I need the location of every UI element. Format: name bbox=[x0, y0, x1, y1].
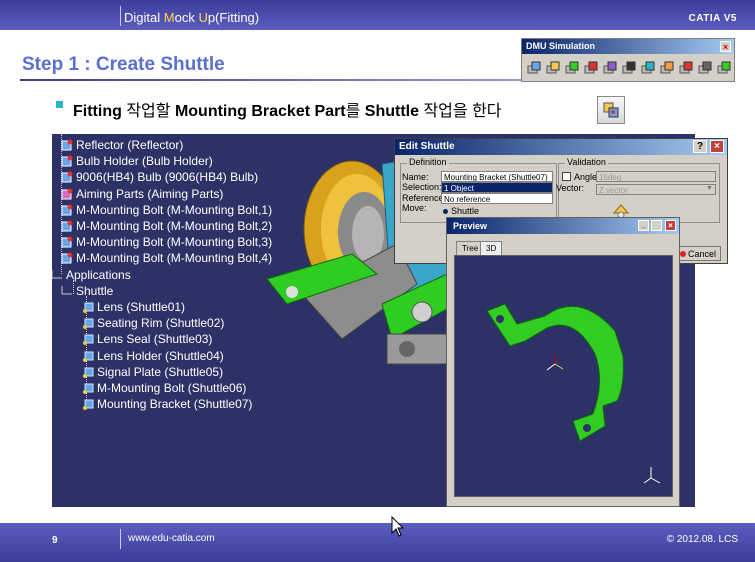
tree-node[interactable]: Lens Holder (Shuttle04) bbox=[97, 348, 224, 364]
tree-node[interactable]: Lens (Shuttle01) bbox=[97, 299, 185, 315]
tree-node[interactable]: Aiming Parts (Aiming Parts) bbox=[76, 186, 223, 202]
maximize-button[interactable] bbox=[651, 220, 662, 231]
part-node-icon bbox=[60, 251, 74, 265]
header-brand: CATIA V5 bbox=[688, 13, 737, 24]
angle-checkbox[interactable]: Angle: bbox=[562, 172, 600, 182]
move-shuttle-radio[interactable]: Shuttle bbox=[443, 206, 479, 216]
shuttle-node-icon bbox=[81, 365, 95, 379]
part-node-icon bbox=[60, 170, 74, 184]
reference-label: Reference: bbox=[402, 193, 447, 203]
tree-node[interactable]: Seating Rim (Shuttle02) bbox=[97, 315, 224, 331]
compass-icon bbox=[612, 204, 630, 219]
help-button[interactable]: ? bbox=[693, 140, 707, 153]
validation-label: Validation bbox=[565, 157, 608, 167]
mounting-bracket-model bbox=[486, 303, 624, 442]
selection-field[interactable]: 1 Object bbox=[441, 182, 553, 193]
tree-node[interactable]: 9006(HB4) Bulb (9006(HB4) Bulb) bbox=[76, 169, 258, 185]
trace-icon[interactable] bbox=[697, 58, 714, 77]
part-node-icon bbox=[60, 219, 74, 233]
preview-titlebar: Preview _ × bbox=[447, 218, 679, 234]
tree-node[interactable]: M-Mounting Bolt (Shuttle06) bbox=[97, 380, 246, 396]
tree-node[interactable]: Lens Seal (Shuttle03) bbox=[97, 331, 212, 347]
checkbox-icon bbox=[562, 172, 571, 181]
vector-label: Vector: bbox=[556, 183, 585, 193]
tree-node[interactable]: Mounting Bracket (Shuttle07) bbox=[97, 396, 252, 412]
dialog-close-button[interactable]: × bbox=[710, 140, 724, 153]
application-node-icon bbox=[52, 268, 64, 282]
shuttle-node-icon bbox=[81, 316, 95, 330]
footer-url: www.edu-catia.com bbox=[128, 533, 215, 544]
shuttle-node-icon bbox=[81, 300, 95, 314]
cancel-button[interactable]: Cancel bbox=[675, 246, 721, 261]
preview-canvas[interactable] bbox=[454, 255, 673, 497]
slide-footer: 9 www.edu-catia.com © 2012.08. LCS bbox=[0, 523, 755, 562]
toolbar-close-button[interactable]: × bbox=[720, 41, 731, 52]
dmu-simulation-toolbar: DMU Simulation × bbox=[521, 38, 735, 82]
tree-node[interactable]: Signal Plate (Shuttle05) bbox=[97, 364, 223, 380]
scene-icon[interactable] bbox=[545, 58, 562, 77]
shuttle-icon[interactable] bbox=[526, 58, 543, 77]
shuttle-node-icon bbox=[81, 397, 95, 411]
minimize-button[interactable]: _ bbox=[638, 220, 649, 231]
mouse-cursor-icon bbox=[391, 516, 405, 537]
part-node-icon bbox=[60, 154, 74, 168]
name-label: Name: bbox=[402, 172, 429, 182]
slide-header: Digital Mock Up(Fitting) CATIA V5 bbox=[0, 0, 755, 30]
tree-node[interactable]: M-Mounting Bolt (M-Mounting Bolt,2) bbox=[76, 218, 272, 234]
shuttle-command-button[interactable] bbox=[597, 96, 625, 124]
header-title: Digital Mock Up(Fitting) bbox=[124, 10, 260, 25]
shuttle-node-icon bbox=[81, 349, 95, 363]
bullet-icon bbox=[56, 101, 63, 108]
selection-label: Selection: bbox=[402, 182, 442, 192]
preview-window: Preview _ × Tree 3D bbox=[446, 217, 680, 507]
toolbar-title: DMU Simulation × bbox=[522, 39, 734, 54]
shuttle-icon bbox=[603, 102, 619, 118]
chevron-down-icon: ▼ bbox=[706, 185, 713, 192]
vector-select[interactable]: Z vector bbox=[596, 184, 716, 195]
tree-node[interactable]: Reflector (Reflector) bbox=[76, 137, 183, 153]
part-node-icon bbox=[60, 203, 74, 217]
tree-node[interactable]: M-Mounting Bolt (M-Mounting Bolt,1) bbox=[76, 202, 272, 218]
swept-volume-icon[interactable] bbox=[678, 58, 695, 77]
angle-field[interactable]: 15deg bbox=[596, 171, 716, 182]
name-field[interactable]: Mounting Bracket (Shuttle07) bbox=[441, 171, 553, 182]
header-separator bbox=[120, 6, 121, 26]
part-node-icon bbox=[60, 235, 74, 249]
reference-field[interactable]: No reference bbox=[441, 193, 553, 204]
preview-close-button[interactable]: × bbox=[665, 220, 676, 231]
cancel-icon bbox=[679, 251, 686, 257]
clash-icon[interactable] bbox=[583, 58, 600, 77]
axis-compass-icon bbox=[643, 467, 661, 484]
sequence-icon[interactable] bbox=[602, 58, 619, 77]
part-node-icon bbox=[60, 138, 74, 152]
radio-selected-icon bbox=[443, 209, 448, 214]
simulation-icon[interactable] bbox=[640, 58, 657, 77]
footer-separator bbox=[120, 529, 121, 549]
page-number: 9 bbox=[52, 535, 58, 546]
tree-node[interactable]: M-Mounting Bolt (M-Mounting Bolt,4) bbox=[76, 250, 272, 266]
tree-node[interactable]: Applications bbox=[66, 267, 131, 283]
instruction-text: Fitting 작업할 Mounting Bracket Part를 Shutt… bbox=[73, 103, 502, 120]
footer-copyright: © 2012.08. LCS bbox=[666, 534, 738, 545]
application-node-icon bbox=[60, 284, 74, 298]
shuttle-node-icon bbox=[81, 381, 95, 395]
track-icon[interactable] bbox=[564, 58, 581, 77]
step-title: Step 1 : Create Shuttle bbox=[22, 54, 225, 75]
dialog-titlebar: Edit Shuttle ? × bbox=[395, 139, 727, 155]
tree-node[interactable]: Shuttle bbox=[76, 283, 113, 299]
speed-icon[interactable] bbox=[659, 58, 676, 77]
definition-label: Definition bbox=[407, 157, 449, 167]
move-label: Move: bbox=[402, 203, 427, 213]
shuttle-node-icon bbox=[81, 332, 95, 346]
player-icon[interactable] bbox=[621, 58, 638, 77]
tree-node[interactable]: Bulb Holder (Bulb Holder) bbox=[76, 153, 213, 169]
toolbar-icons bbox=[522, 54, 734, 81]
tab-3d[interactable]: 3D bbox=[480, 241, 503, 255]
tree-node[interactable]: M-Mounting Bolt (M-Mounting Bolt,3) bbox=[76, 234, 272, 250]
edit-icon[interactable] bbox=[716, 58, 733, 77]
part-node-icon bbox=[60, 187, 74, 201]
